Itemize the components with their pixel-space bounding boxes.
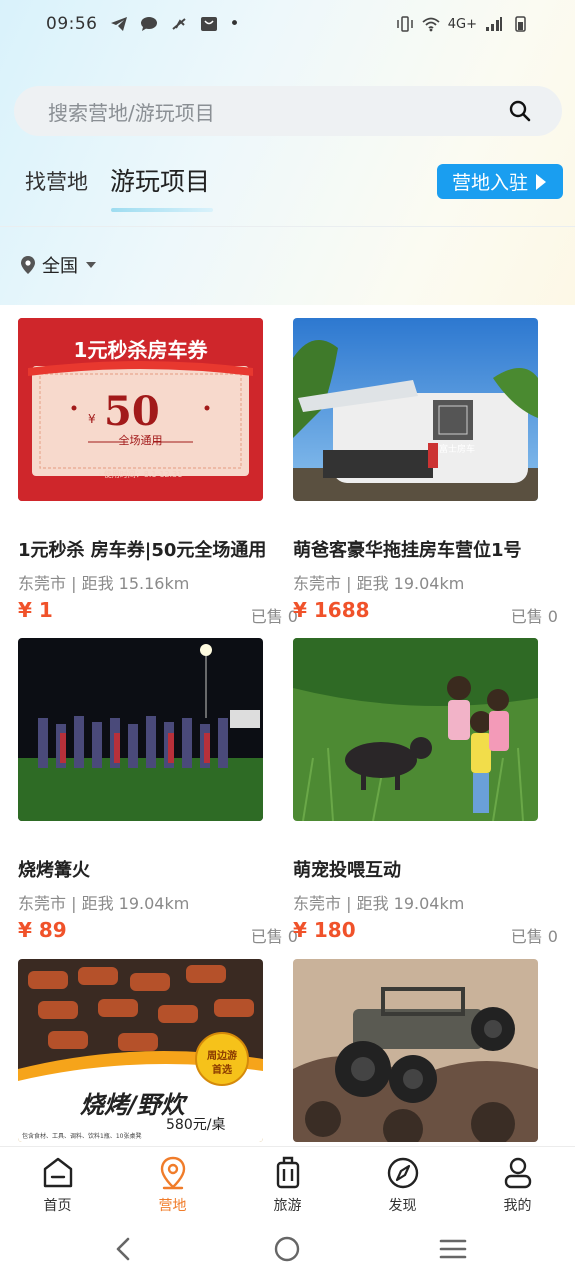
product-title: 烧烤篝火	[18, 860, 90, 881]
coupon-note: 全场通用	[118, 434, 163, 447]
user-icon	[504, 1157, 531, 1189]
product-card[interactable]	[293, 959, 553, 1142]
product-card[interactable]: 萌宠投喂互动 东莞市 | 距我 19.04km ¥ 180 已售 0	[293, 638, 558, 946]
system-nav-bar	[0, 1218, 575, 1280]
suitcase-icon	[276, 1156, 299, 1189]
product-image	[293, 638, 538, 821]
camp-join-button[interactable]: 营地入驻	[437, 164, 563, 199]
search-icon[interactable]	[508, 99, 532, 123]
coupon-value: 50	[104, 388, 160, 435]
product-location: 东莞市 | 距我 19.04km	[293, 574, 465, 593]
vibrate-icon	[397, 16, 413, 32]
product-card[interactable]: 富士房车 萌爸客豪华拖挂房车营位1号 东莞市 | 距我 19.04km ¥ 16…	[293, 318, 558, 626]
product-location: 东莞市 | 距我 15.16km	[18, 574, 190, 593]
rv-photo	[293, 318, 538, 501]
poster-badge-line1: 周边游	[207, 1051, 237, 1062]
tab-play-projects[interactable]: 游玩项目	[110, 162, 210, 202]
poster-price: 580元/桌	[166, 1117, 226, 1133]
rv-brand-label: 富士房车	[439, 445, 476, 455]
pet-feeding-photo	[293, 638, 538, 821]
tab-home[interactable]: 首页	[0, 1147, 115, 1218]
location-selector[interactable]: 全国	[20, 252, 96, 278]
coupon-currency: ¥	[88, 412, 96, 426]
telegram-icon	[110, 17, 127, 31]
location-pin-icon	[21, 256, 35, 274]
bottom-tab-bar: 首页 营地 旅游 发现 我的	[0, 1146, 575, 1218]
active-tab-indicator	[111, 208, 213, 212]
tab-travel[interactable]: 旅游	[230, 1147, 345, 1218]
bag-icon	[200, 17, 217, 31]
search-input[interactable]: 搜索营地/游玩项目	[48, 97, 215, 126]
tab-discover-label: 发现	[388, 1198, 417, 1214]
product-price: ¥ 1	[18, 598, 53, 622]
coupon-date: · 使用时间：8.1-12.31	[98, 470, 183, 479]
tab-camp-label: 营地	[158, 1198, 187, 1214]
rc-car-photo	[293, 959, 538, 1142]
product-image	[293, 959, 538, 1142]
product-title: 萌宠投喂互动	[293, 860, 401, 881]
menu-icon[interactable]	[438, 1236, 468, 1262]
product-image	[18, 638, 263, 821]
tab-mine-label: 我的	[503, 1198, 532, 1214]
tab-home-label: 首页	[43, 1198, 72, 1214]
home-icon	[43, 1157, 72, 1188]
battery-icon	[515, 16, 526, 32]
tab-travel-label: 旅游	[273, 1198, 302, 1214]
product-card[interactable]: 1元秒杀房车券 ¥ 50 全场通用 · 使用时间：8.1-12.31 1元秒杀 …	[18, 318, 298, 626]
tab-discover[interactable]: 发现	[345, 1147, 460, 1218]
product-sold: 已售 0	[250, 607, 298, 626]
chat-bubble-icon	[140, 17, 157, 31]
product-title: 萌爸客豪华拖挂房车营位1号	[293, 540, 522, 561]
notification-muted-icon	[171, 18, 186, 30]
search-bar[interactable]: 搜索营地/游玩项目	[14, 86, 562, 136]
caret-down-icon	[86, 262, 96, 268]
product-card[interactable]: 周边游 首选 烧烤/野炊 580元/桌 包含食材、工具、调料、饮料1瓶、10张桌…	[18, 959, 278, 1142]
product-price: ¥ 1688	[293, 598, 370, 622]
camp-join-label: 营地入驻	[451, 172, 528, 194]
product-sold: 已售 0	[510, 927, 558, 946]
poster-footer: 包含食材、工具、调料、饮料1瓶、10张桌凳	[22, 1133, 142, 1140]
tab-mine[interactable]: 我的	[460, 1147, 575, 1218]
tab-camp[interactable]: 营地	[115, 1147, 230, 1218]
tab-find-camp[interactable]: 找营地	[25, 162, 88, 202]
home-circle-icon[interactable]	[272, 1236, 302, 1262]
product-image: 富士房车	[293, 318, 538, 501]
back-icon[interactable]	[110, 1236, 140, 1262]
product-image: 1元秒杀房车券 ¥ 50 全场通用 · 使用时间：8.1-12.31	[18, 318, 263, 501]
bonfire-photo	[18, 638, 263, 821]
product-price: ¥ 180	[293, 918, 356, 942]
category-tabs: 找营地 游玩项目	[25, 162, 232, 218]
product-location: 东莞市 | 距我 19.04km	[18, 894, 190, 913]
product-price: ¥ 89	[18, 918, 67, 942]
compass-icon	[387, 1157, 418, 1189]
play-arrow-icon	[536, 173, 546, 190]
location-pin-icon	[160, 1156, 185, 1190]
location-label: 全国	[42, 256, 78, 277]
network-type: 4G+	[447, 16, 477, 32]
signal-icon	[486, 17, 502, 31]
product-location: 东莞市 | 距我 19.04km	[293, 894, 465, 913]
product-sold: 已售 0	[510, 607, 558, 626]
product-title: 1元秒杀 房车券|50元全场通用	[18, 540, 267, 561]
wifi-icon	[422, 17, 440, 32]
poster-badge-line2: 首选	[212, 1065, 232, 1076]
status-dot: •	[229, 14, 240, 34]
divider	[0, 226, 575, 227]
status-bar: 09:56 • 4G+	[0, 0, 575, 48]
product-image: 周边游 首选 烧烤/野炊 580元/桌 包含食材、工具、调料、饮料1瓶、10张桌…	[18, 959, 263, 1142]
status-time: 09:56	[46, 14, 98, 34]
product-card[interactable]: 烧烤篝火 东莞市 | 距我 19.04km ¥ 89 已售 0	[18, 638, 298, 946]
product-sold: 已售 0	[250, 927, 298, 946]
coupon-banner: 1元秒杀房车券	[73, 338, 208, 362]
